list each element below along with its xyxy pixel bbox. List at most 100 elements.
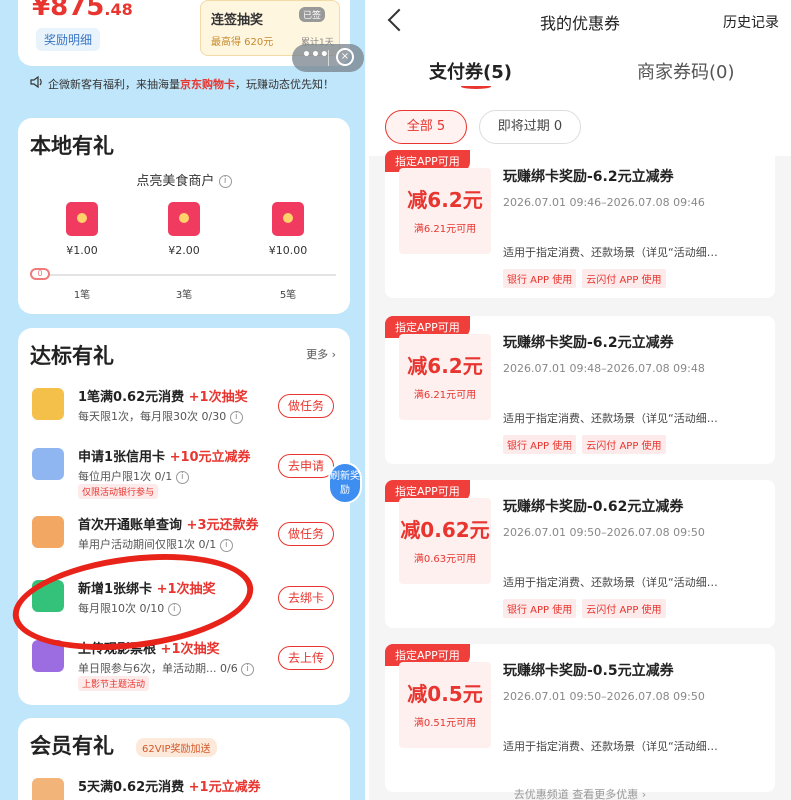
coupon-card[interactable]: 指定APP可用 减0.5元 满0.51元可用 玩赚绑卡奖励-0.5元立减券 20… [385,644,775,792]
local-rewards-card: 本地有礼 点亮美食商户 i ¥1.00 ¥2.00 ¥10.00 0 1笔 3笔… [18,118,350,314]
close-icon[interactable]: × [336,48,354,66]
more-link[interactable]: 更多 › [306,346,336,362]
apply-button[interactable]: 去申请 [278,454,334,478]
coupon-validity: 2026.07.01 09:50–2026.07.08 09:50 [503,526,705,539]
notice-bar[interactable]: 企微新客有福利，来抽海量京东购物卡，玩赚动态优先知！ [30,75,334,92]
task-limit: 每天限1次，每月限30次 0/30 i [78,408,243,424]
coupon-title: 玩赚绑卡奖励-6.2元立减券 [503,169,674,185]
tick-label: 3笔 [175,290,193,301]
signed-badge: 已签 [299,7,326,22]
task-item: 申请1张信用卡 +10元立减券 每位用户限1次 0/1 i 仅限活动银行参与 去… [18,440,350,500]
tick-label: 1笔 [73,290,91,301]
coupon-value-box: 减0.5元 满0.51元可用 [399,662,491,748]
info-icon[interactable]: i [175,470,189,484]
rewards-panel: ¥875.48 奖励明细 连签抽奖 最高得 620元 已签 累计1天 ••• ×… [0,0,365,800]
coupon-tags: 银行 APP 使用 云闪付 APP 使用 [503,598,672,618]
receipt-icon [32,778,64,800]
info-icon[interactable]: i [219,538,233,552]
speaker-icon [30,75,44,91]
local-rewards-subtitle: 点亮美食商户 i [18,170,350,189]
do-task-button[interactable]: 做任务 [278,394,334,418]
coupon-tag: 银行 APP 使用 [503,599,577,618]
coupon-value-box: 减0.62元 满0.63元可用 [399,498,491,584]
tab-merchant-codes[interactable]: 商家券码(0) [637,58,735,84]
task-item: 5天满0.62元消费 +1元立减券 [18,770,350,800]
tab-payment-coupons[interactable]: 支付券(5) [429,58,512,84]
history-link[interactable]: 历史记录 [723,12,779,32]
coupon-tags: 银行 APP 使用 云闪付 APP 使用 [503,434,672,454]
task-limit: 单用户活动期间仅限1次 0/1 i [78,536,233,552]
coupon-amount: 减6.2元 [407,188,483,212]
member-rewards-card: 会员有礼 62VIP奖励加送 5天满0.62元消费 +1元立减券 [18,718,350,800]
task-limit: 每位用户限1次 0/1 i [78,468,189,484]
coupon-card[interactable]: 指定APP可用 减0.62元 满0.63元可用 玩赚绑卡奖励-0.62元立减券 … [385,480,775,628]
coupon-description: 适用于指定消费、还款场景（详见“活动细… [503,246,718,259]
reward-detail-button[interactable]: 奖励明细 [36,28,101,51]
coupon-tag: 银行 APP 使用 [503,435,577,454]
coupon-value-box: 减6.2元 满6.21元可用 [399,168,491,254]
active-tab-indicator [461,84,491,89]
coupon-description: 适用于指定消费、还款场景（详见“活动细… [503,576,718,589]
coupons-panel: 我的优惠券 历史记录 支付券(5) 商家券码(0) 全部 5 即将过期 0 指定… [369,0,791,800]
coupon-validity: 2026.07.01 09:48–2026.07.08 09:48 [503,362,705,375]
coupon-tag: 云闪付 APP 使用 [582,599,666,618]
vip-bonus-tag: 62VIP奖励加送 [136,738,217,757]
coupon-title: 玩赚绑卡奖励-0.62元立减券 [503,499,684,515]
task-title: 5天满0.62元消费 +1元立减券 [78,780,261,795]
tick-label: 5笔 [279,290,297,301]
coupon-amount: 减0.62元 [400,518,490,542]
do-task-button[interactable]: 做任务 [278,522,334,546]
bind-card-button[interactable]: 去绑卡 [278,586,334,610]
task-title: 申请1张信用卡 +10元立减券 [78,450,251,465]
more-offers-link[interactable]: 去优惠频道 查看更多优惠 › [369,786,791,800]
coupon-description: 适用于指定消费、还款场景（详见“活动细… [503,740,718,753]
local-rewards-title: 本地有礼 [30,134,114,158]
reward-value-1: ¥1.00 [66,244,98,257]
capsule-divider [328,50,329,66]
coupon-card[interactable]: 指定APP可用 减6.2元 满6.21元可用 玩赚绑卡奖励-6.2元立减券 20… [385,150,775,298]
reward-value-2: ¥2.00 [168,244,200,257]
coupon-validity: 2026.07.01 09:46–2026.07.08 09:46 [503,196,705,209]
coupon-threshold: 满0.51元可用 [413,718,477,729]
coupon-value-box: 减6.2元 满6.21元可用 [399,334,491,420]
task-item: 1笔满0.62元消费 +1次抽奖 每天限1次，每月限30次 0/30 i 做任务 [18,380,350,440]
coupon-amount: 减0.5元 [407,682,483,706]
reward-value-3: ¥10.00 [268,244,308,257]
task-tag: 上影节主题活动 [78,676,150,691]
info-icon[interactable]: i [218,175,232,188]
bill-document-icon [32,516,64,548]
progress-track [40,274,336,276]
filter-expiring-chip[interactable]: 即将过期 0 [479,110,581,144]
coupon-tag: 云闪付 APP 使用 [582,435,666,454]
upload-button[interactable]: 去上传 [278,646,334,670]
coupon-card[interactable]: 指定APP可用 减6.2元 满6.21元可用 玩赚绑卡奖励-6.2元立减券 20… [385,316,775,464]
coupon-tag: 银行 APP 使用 [503,269,577,288]
info-icon[interactable]: i [241,662,255,676]
task-limit: 单日限参与6次，单活动期... 0/6 i [78,660,255,676]
coupon-title: 玩赚绑卡奖励-0.5元立减券 [503,663,674,679]
notice-highlight: 京东购物卡 [180,78,235,91]
target-rewards-title: 达标有礼 [30,344,114,368]
task-title: 1笔满0.62元消费 +1次抽奖 [78,390,248,405]
red-packet-icon [66,202,98,236]
coupon-title: 玩赚绑卡奖励-6.2元立减券 [503,335,674,351]
info-icon[interactable]: i [229,410,243,424]
coupon-validity: 2026.07.01 09:50–2026.07.08 09:50 [503,690,705,703]
notice-prefix: 企微新客有福利，来抽海量 [48,78,180,91]
member-rewards-title: 会员有礼 [30,734,114,758]
notice-suffix: ，玩赚动态优先知！ [235,78,334,91]
target-rewards-card: 达标有礼 更多 › 1笔满0.62元消费 +1次抽奖 每天限1次，每月限30次 … [18,328,350,705]
coupon-threshold: 满0.63元可用 [413,554,477,565]
coin-stack-icon [32,388,64,420]
refresh-rewards-button[interactable]: 刷新奖励 [328,462,362,504]
sign-in-title: 连签抽奖 [211,13,264,28]
coupon-threshold: 满6.21元可用 [413,224,477,235]
more-icon[interactable]: ••• [302,47,329,63]
filter-all-chip[interactable]: 全部 5 [385,110,467,144]
mini-program-capsule: ••• × [292,44,364,72]
sign-in-max: 最高得 620元 [211,37,274,48]
credit-card-icon [32,448,64,480]
balance-amount: ¥875.48 [32,0,133,22]
task-title: 首次开通账单查询 +3元还款券 [78,518,259,533]
coupon-tag: 云闪付 APP 使用 [582,269,666,288]
